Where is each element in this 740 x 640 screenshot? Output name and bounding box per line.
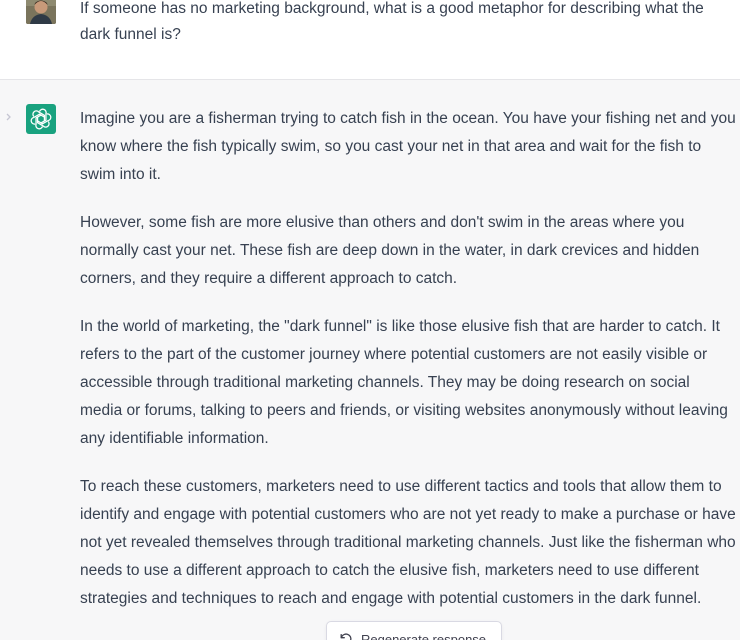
user-avatar [26,0,56,24]
chevron-right-icon[interactable] [4,110,14,124]
answer-paragraph: Imagine you are a fisherman trying to ca… [80,110,736,183]
assistant-message-text: Imagine you are a fisherman trying to ca… [80,105,736,633]
answer-paragraph: In the world of marketing, the "dark fun… [80,318,728,447]
answer-paragraph: To reach these customers, marketers need… [80,478,736,607]
openai-logo-icon [26,104,56,134]
regenerate-icon [340,633,352,640]
answer-paragraph: However, some fish are more elusive than… [80,214,700,287]
regenerate-button-label: Regenerate response [361,631,487,640]
user-message-text: If someone has no marketing background, … [80,0,704,43]
assistant-message-row: Imagine you are a fisherman trying to ca… [0,80,740,640]
regenerate-response-button[interactable]: Regenerate response [326,621,502,640]
user-message-row: If someone has no marketing background, … [0,0,740,80]
